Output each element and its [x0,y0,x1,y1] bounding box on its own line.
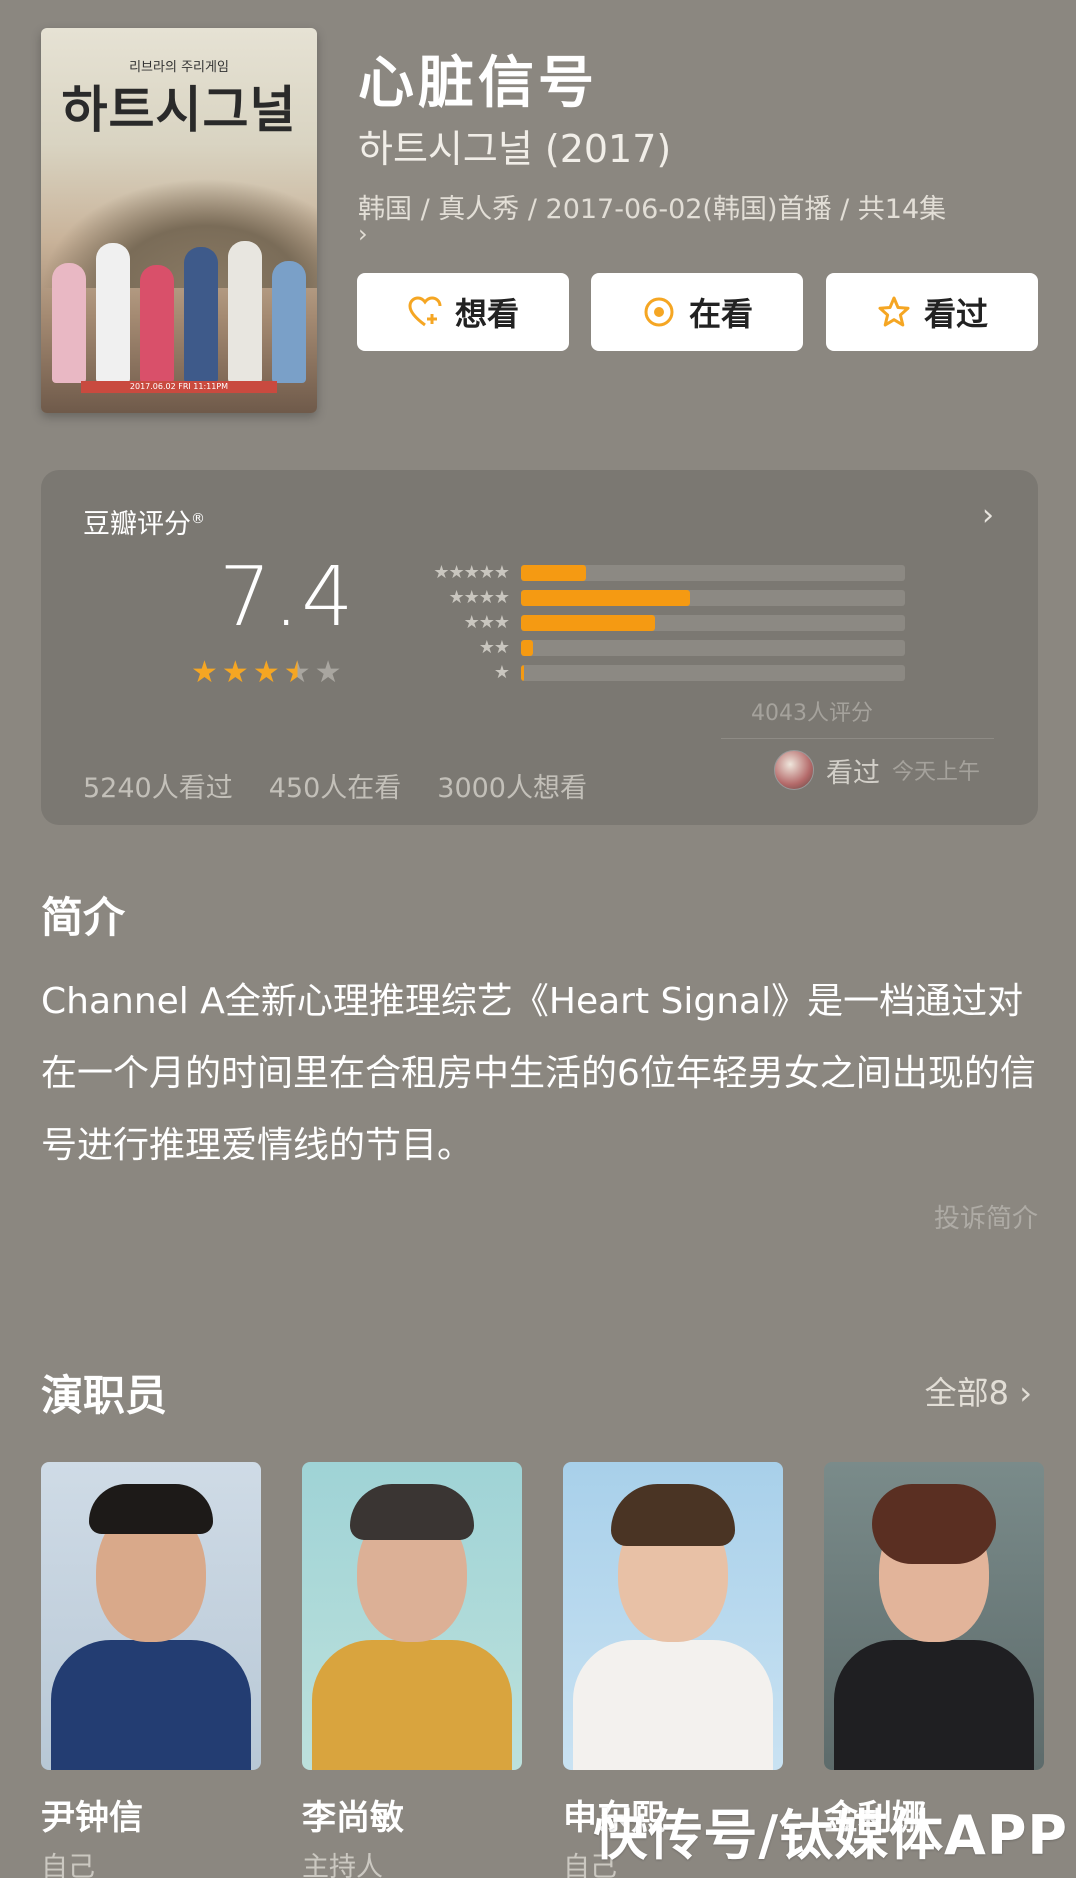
stat-watched[interactable]: 5240人看过 [83,766,233,805]
my-status-time: 今天上午 [892,760,981,785]
cast-photo [563,1462,783,1770]
cast-photo [41,1462,261,1770]
distribution-bar [521,614,656,631]
poster-people [47,233,311,383]
distribution-row: ★★★ [391,610,941,635]
distribution-bar [521,589,690,606]
rating-distribution: ★★★★★ ★★★★ ★★★ ★★ ★ [391,560,941,685]
report-intro-link[interactable]: 投诉简介 [934,1198,1038,1235]
cast-card[interactable]: 金利娜 [824,1462,1044,1845]
cast-photo [824,1462,1044,1770]
meta-info[interactable]: 韩国 / 真人秀 / 2017-06-02(韩国)首播 / 共14集 [358,192,1038,228]
rating-stars: ★ ★ ★ ★ ★ [191,658,342,688]
rating-count: 4043人评分 [751,701,873,726]
cast-role: 自己 [41,1852,95,1878]
distribution-stars: ★★★★★ [433,562,510,583]
distribution-row: ★★ [391,635,941,660]
rating-stats: 5240人看过 450人在看 3000人想看 [83,766,587,805]
want-label: 想看 [454,295,519,333]
circle-dot-icon [641,294,677,330]
watching-button[interactable]: 在看 [591,273,803,351]
rating-star-icon: ★ [283,655,311,690]
rating-label: 豆瓣评分® [83,509,205,540]
distribution-row: ★ [391,660,941,685]
my-status-label: 看过 [826,757,880,789]
poster-image[interactable]: 리브라의 주리게임 하트시그널 2017.06.02 FRI 11:11PM [41,28,317,413]
cast-role: 主持人 [302,1852,383,1878]
rating-score: 7.4 [219,550,356,645]
original-title: 하트시그널 (2017) [358,127,672,171]
my-rating-status[interactable]: 看过 今天上午 [774,750,980,790]
rating-star-icon: ★ [252,655,280,690]
cast-name: 尹钟信 [41,1798,143,1838]
watched-button[interactable]: 看过 [826,273,1038,351]
star-outline-icon [876,294,912,330]
watched-label: 看过 [923,295,988,333]
cast-card[interactable]: 尹钟信 自己 [41,1462,261,1878]
avatar [774,750,814,790]
distribution-track [521,639,905,656]
cast-name: 李尚敏 [302,1798,404,1838]
watching-label: 在看 [688,295,753,333]
heart-plus-icon [407,294,443,330]
cast-photo [302,1462,522,1770]
distribution-track [521,564,905,581]
rating-divider [721,738,994,739]
distribution-track [521,589,905,606]
rating-star-icon: ★ [314,655,342,690]
chevron-right-icon[interactable]: › [982,498,994,533]
meta-more-icon[interactable]: › [358,220,368,248]
rating-card[interactable]: 豆瓣评分® › 7.4 ★ ★ ★ ★ ★ ★★★★★ ★★★★ ★★★ ★★ ★ 4043人评… [41,470,1038,825]
distribution-bar [521,664,525,681]
distribution-stars: ★★★ [463,612,510,633]
rating-star-icon: ★ [221,655,249,690]
distribution-bar [521,564,587,581]
distribution-row: ★★★★★ [391,560,941,585]
distribution-stars: ★★ [478,637,510,658]
distribution-track [521,664,905,681]
cast-card[interactable]: 李尚敏 主持人 [302,1462,522,1878]
poster-footer: 2017.06.02 FRI 11:11PM [81,381,277,393]
poster-title: 하트시그널 [61,81,297,139]
rating-star-icon: ★ [191,655,218,690]
distribution-stars: ★★★★ [448,587,510,608]
intro-text: Channel A全新心理推理综艺《Heart Signal》是一档通过对在一个… [41,981,1036,1166]
distribution-track [521,614,905,631]
distribution-bar [521,639,533,656]
cast-all-link[interactable]: 全部8 › [925,1368,1032,1414]
distribution-row: ★★★★ [391,585,941,610]
page-title: 心脏信号 [358,51,598,116]
intro-heading: 简介 [41,893,126,942]
stat-watching[interactable]: 450人在看 [269,766,402,805]
want-button[interactable]: 想看 [357,273,569,351]
cast-heading: 演职员 [41,1371,168,1420]
stat-want[interactable]: 3000人想看 [437,766,587,805]
watermark: 快传号/钛媒体APP [593,1804,1068,1867]
registered-mark: ® [191,511,205,527]
distribution-stars: ★ [493,662,510,683]
